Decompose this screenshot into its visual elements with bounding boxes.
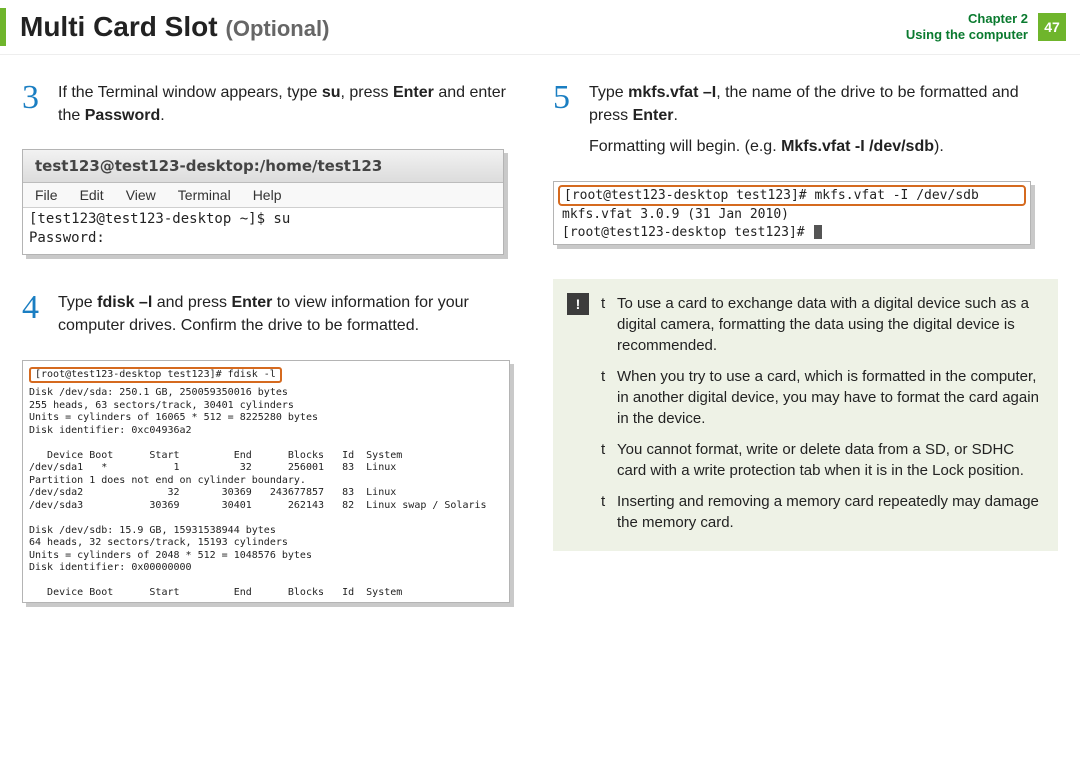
step-4-text: Type fdisk –l and press Enter to view in… <box>58 291 527 345</box>
terminal-screenshot-step3: test123@test123-desktop:/home/test123 Fi… <box>22 149 504 255</box>
note-text: To use a card to exchange data with a di… <box>617 293 1042 356</box>
menu-view: View <box>126 187 156 203</box>
step-number: 4 <box>22 291 46 345</box>
note-text: When you try to use a card, which is for… <box>617 366 1042 429</box>
note-text: You cannot format, write or delete data … <box>617 439 1042 481</box>
step-number: 5 <box>553 81 577 167</box>
content-columns: 3 If the Terminal window appears, type s… <box>0 55 1080 603</box>
step-3: 3 If the Terminal window appears, type s… <box>22 81 527 135</box>
menu-terminal: Terminal <box>178 187 231 203</box>
chapter-line-2: Using the computer <box>906 27 1028 43</box>
step-number: 3 <box>22 81 46 135</box>
step-4: 4 Type fdisk –l and press Enter to view … <box>22 291 527 345</box>
page-header: Multi Card Slot (Optional) Chapter 2 Usi… <box>0 0 1080 55</box>
note-item: t When you try to use a card, which is f… <box>601 366 1042 429</box>
chapter-label: Chapter 2 Using the computer <box>906 11 1028 42</box>
left-column: 3 If the Terminal window appears, type s… <box>22 81 527 603</box>
mkfs-output: mkfs.vfat 3.0.9 (31 Jan 2010) [root@test… <box>558 206 1026 241</box>
fdisk-output: Disk /dev/sda: 250.1 GB, 250059350016 by… <box>29 387 503 600</box>
step-5: 5 Type mkfs.vfat –I, the name of the dri… <box>553 81 1058 167</box>
terminal-titlebar: test123@test123-desktop:/home/test123 <box>23 150 503 183</box>
terminal-cursor <box>814 225 822 239</box>
terminal-screenshot-step5: [root@test123-desktop test123]# mkfs.vfa… <box>553 181 1031 246</box>
note-panel: ! t To use a card to exchange data with … <box>553 279 1058 551</box>
menu-edit: Edit <box>80 187 104 203</box>
page-title: Multi Card Slot <box>20 11 218 43</box>
terminal-screenshot-step4: [root@test123-desktop test123]# fdisk -l… <box>22 360 510 603</box>
terminal-menubar: File Edit View Terminal Help <box>23 183 503 208</box>
note-item: t You cannot format, write or delete dat… <box>601 439 1042 481</box>
page-number-badge: 47 <box>1038 13 1066 41</box>
page-subtitle: (Optional) <box>226 16 330 42</box>
menu-help: Help <box>253 187 282 203</box>
note-item: t To use a card to exchange data with a … <box>601 293 1042 356</box>
step-3-text: If the Terminal window appears, type su,… <box>58 81 527 135</box>
terminal-content: [test123@test123-desktop ~]$ su Password… <box>23 208 503 254</box>
step-5-text: Type mkfs.vfat –I, the name of the drive… <box>589 81 1058 167</box>
note-list: t To use a card to exchange data with a … <box>601 293 1042 533</box>
right-column: 5 Type mkfs.vfat –I, the name of the dri… <box>553 81 1058 603</box>
header-accent-bar <box>0 8 6 46</box>
fdisk-command-highlight: [root@test123-desktop test123]# fdisk -l <box>29 367 282 384</box>
menu-file: File <box>35 187 58 203</box>
mkfs-command-highlight: [root@test123-desktop test123]# mkfs.vfa… <box>558 185 1026 207</box>
chapter-line-1: Chapter 2 <box>906 11 1028 27</box>
alert-icon: ! <box>567 293 589 315</box>
note-item: t Inserting and removing a memory card r… <box>601 491 1042 533</box>
note-text: Inserting and removing a memory card rep… <box>617 491 1042 533</box>
